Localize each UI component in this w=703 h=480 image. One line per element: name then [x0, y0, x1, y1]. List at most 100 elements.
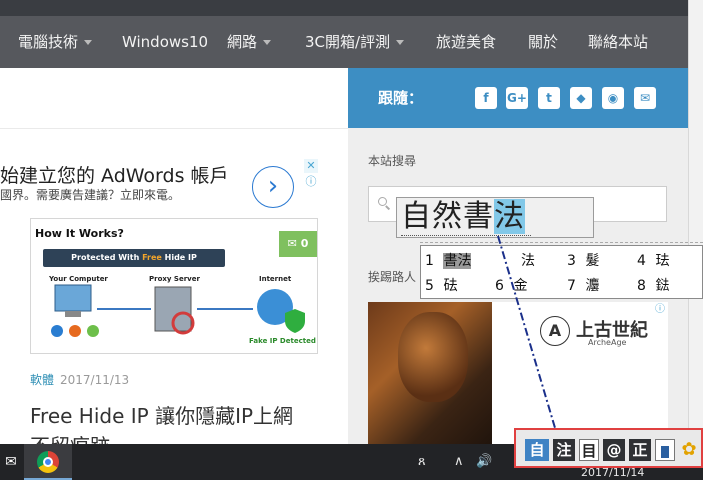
- divider: [0, 128, 348, 129]
- candidate-number: 4: [637, 253, 646, 269]
- ime-menu-button[interactable]: 目: [579, 439, 599, 461]
- browser-icon-ie: [51, 325, 63, 337]
- mail-icon[interactable]: ✉: [0, 444, 22, 480]
- network-diagram: [51, 284, 305, 337]
- candidate-text: 金: [513, 278, 528, 294]
- google-plus-icon[interactable]: G+: [506, 87, 528, 109]
- computer-stand: [65, 311, 81, 317]
- ad-brand-sub: ArcheAge: [588, 338, 627, 347]
- chevron-down-icon: [84, 40, 93, 45]
- candidate-text: 珐: [655, 253, 670, 269]
- computer-icon: [54, 284, 92, 312]
- chrome-taskbar-button[interactable]: [24, 444, 72, 480]
- candidate-item[interactable]: 5 砝: [425, 275, 457, 295]
- post-title-line2[interactable]: 不留痕跡: [30, 430, 110, 444]
- candidate-text: 砝: [443, 278, 458, 294]
- nav-label: 旅遊美食: [436, 33, 497, 51]
- chevron-down-icon: [263, 40, 272, 45]
- android-icon[interactable]: ◆: [570, 87, 592, 109]
- candidate-number: 8: [637, 278, 646, 294]
- nav-item-computer-tech[interactable]: 電腦技術: [18, 16, 93, 68]
- chevron-up-icon[interactable]: ∧: [454, 444, 464, 480]
- ad-info-icon[interactable]: ⓘ: [654, 304, 666, 316]
- ime-settings-icon[interactable]: ✿: [679, 439, 699, 461]
- chrome-center: [43, 457, 53, 467]
- ad-title[interactable]: 始建立您的 AdWords 帳戶: [0, 161, 229, 188]
- mail-icon[interactable]: ✉: [634, 87, 656, 109]
- ad-creature-art: [398, 312, 468, 402]
- candidate-number: 6: [495, 278, 504, 294]
- ime-composition-window: 自然書法: [396, 197, 594, 238]
- candidate-item[interactable]: 3 髮: [567, 250, 599, 270]
- candidate-item[interactable]: 1 書法: [425, 250, 472, 270]
- follow-label: 跟隨：: [378, 89, 424, 107]
- ime-book-icon[interactable]: [655, 439, 675, 461]
- nav-label: 3C開箱/評測: [305, 33, 391, 51]
- nav-label: 聯絡本站: [588, 33, 649, 51]
- nav-label: 網路: [227, 33, 258, 51]
- sidebar-ad[interactable]: A 上古世紀 ArcheAge ⓘ: [368, 302, 668, 444]
- candidate-item[interactable]: 4 珐: [637, 250, 669, 270]
- post-category[interactable]: 軟體: [30, 373, 54, 387]
- candidate-text: 髮: [585, 253, 600, 269]
- ime-width-button[interactable]: 正: [629, 439, 651, 461]
- candidate-item[interactable]: 8 鍅: [637, 275, 669, 295]
- composition-selected: 法: [494, 199, 525, 234]
- browser-top-strip: [0, 0, 688, 16]
- main-content: 始建立您的 AdWords 帳戶 國界。需要廣告建議？立即來電。 ✕ ⓘ › H…: [0, 68, 348, 444]
- composition-text: 自然書法: [401, 199, 525, 234]
- candidate-text: 法: [521, 253, 535, 269]
- nav-item-3c-reviews[interactable]: 3C開箱/評測: [305, 16, 405, 68]
- ad-arrow-button[interactable]: ›: [252, 166, 294, 208]
- rss-icon[interactable]: ◉: [602, 87, 624, 109]
- candidate-item[interactable]: 法: [521, 250, 535, 270]
- candidate-text: 鍅: [655, 278, 670, 294]
- candidate-number: 5: [425, 278, 434, 294]
- candidate-number: 3: [567, 253, 576, 269]
- ad-close-icon[interactable]: ✕: [304, 159, 318, 173]
- nav-item-windows10[interactable]: Windows10: [122, 16, 208, 68]
- post-title[interactable]: Free Hide IP 讓你隱藏IP上網: [30, 400, 293, 429]
- post-thumbnail[interactable]: How It Works? Protected With Free Hide I…: [30, 218, 318, 354]
- candidate-text: 書法: [443, 253, 472, 269]
- candidate-text: 灋: [585, 278, 600, 294]
- nav-item-contact[interactable]: 聯絡本站: [588, 16, 648, 68]
- nav-label: 關於: [528, 33, 559, 51]
- ad-logo: A: [540, 316, 570, 346]
- browser-icon-chrome: [87, 325, 99, 337]
- browser-icon-firefox: [69, 325, 81, 337]
- candidate-item[interactable]: 7 灋: [567, 275, 599, 295]
- nav-item-about[interactable]: 關於: [528, 16, 558, 68]
- nav-item-travel-food[interactable]: 旅遊美食: [436, 16, 496, 68]
- post-meta: 軟體 2017/11/13: [30, 371, 129, 388]
- volume-icon[interactable]: 🔊: [476, 444, 492, 480]
- candidate-number: 7: [567, 278, 576, 294]
- ime-symbol-button[interactable]: @: [603, 439, 625, 461]
- post-date: 2017/11/13: [60, 373, 130, 387]
- candidate-number: 1: [425, 253, 434, 269]
- composition-underline: [401, 235, 531, 236]
- shield-icon: [285, 309, 305, 333]
- ime-mode-button[interactable]: 自: [525, 439, 549, 461]
- candidate-item[interactable]: 6 金: [495, 275, 527, 295]
- candidate-divider: [420, 242, 703, 243]
- chevron-down-icon: [396, 40, 405, 45]
- sidebar-text: 挨踢路人: [368, 270, 417, 284]
- search-icon: [378, 197, 387, 206]
- facebook-icon[interactable]: f: [475, 87, 497, 109]
- page-scrollbar[interactable]: [688, 0, 703, 440]
- ime-toolbar: 自 注 目 @ 正 ✿: [514, 428, 703, 468]
- ime-input-method-button[interactable]: 注: [553, 439, 575, 461]
- main-navigation: 電腦技術 Windows10 網路 3C開箱/評測 旅遊美食 關於 聯絡本站: [0, 16, 688, 68]
- ime-candidate-list: 1 書法 法 3 髮 4 珐 5 砝 6 金 7 灋 8 鍅: [420, 245, 703, 299]
- composition-plain: 自然書: [401, 199, 494, 234]
- people-icon[interactable]: ጸ: [418, 444, 426, 480]
- follow-bar: 跟隨： f G+ t ◆ ◉ ✉: [348, 68, 688, 128]
- nav-label: Windows10: [122, 33, 209, 51]
- ad-info-icon[interactable]: ⓘ: [304, 175, 318, 189]
- twitter-icon[interactable]: t: [538, 87, 560, 109]
- ad-subtitle[interactable]: 國界。需要廣告建議？立即來電。: [0, 186, 180, 203]
- nav-item-network[interactable]: 網路: [227, 16, 272, 68]
- search-label: 本站搜尋: [368, 154, 417, 168]
- chrome-icon: [37, 451, 59, 473]
